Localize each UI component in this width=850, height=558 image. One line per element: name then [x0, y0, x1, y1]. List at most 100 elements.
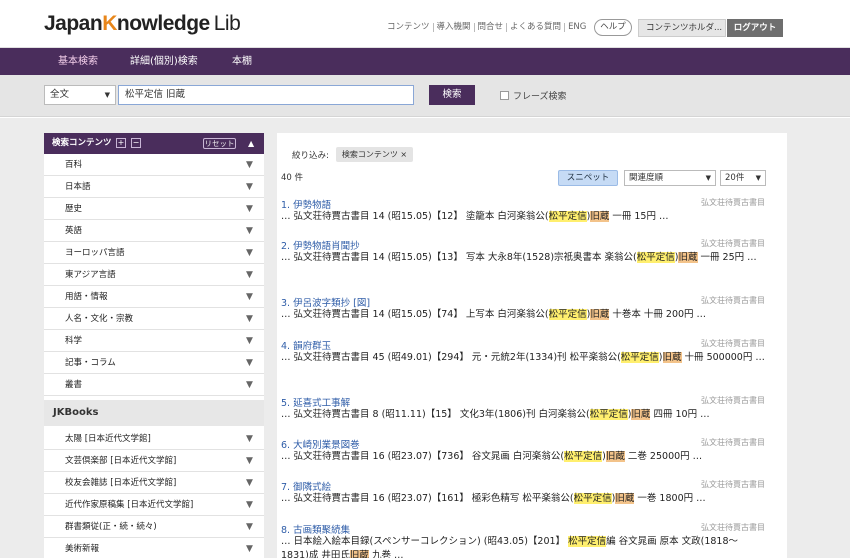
results-panel: 絞り込み: 検索コンテンツ × 40 件 スニペット 関連度順 ▼ 20件 ▼ 1.…: [277, 133, 787, 558]
chevron-down-icon[interactable]: ▼: [246, 176, 253, 198]
result-title[interactable]: 4. 韻府群玉: [281, 338, 331, 352]
chevron-down-icon[interactable]: ▼: [246, 494, 253, 516]
result-title[interactable]: 3. 伊呂波字類抄 [図]: [281, 295, 370, 309]
sidebar-title: 検索コンテンツ: [52, 138, 112, 148]
sidebar-item-label: 人名・文化・宗教: [65, 314, 134, 324]
link-english[interactable]: ENG: [565, 23, 589, 32]
chevron-down-icon[interactable]: ▼: [246, 242, 253, 264]
section-title: JKBooks: [53, 407, 99, 418]
snippet-text: … 弘文荘待賈古書目 14 (昭15.05)【12】 塗籠本 白河楽翁公(: [281, 211, 549, 222]
sidebar-item[interactable]: 太陽 [日本近代文学館] ▼: [44, 428, 264, 450]
search-input[interactable]: 松平定信 旧蔵: [118, 85, 414, 105]
chevron-down-icon: ▼: [755, 174, 761, 182]
sidebar-item[interactable]: 日本語 ▼: [44, 176, 264, 198]
sidebar-item-label: 英語: [65, 226, 83, 236]
highlight: 松平定信: [573, 493, 612, 504]
highlight: 松平定信: [564, 451, 603, 462]
sidebar-item[interactable]: 科学 ▼: [44, 330, 264, 352]
sidebar-item[interactable]: 英語 ▼: [44, 220, 264, 242]
chevron-down-icon[interactable]: ▼: [246, 264, 253, 286]
logo[interactable]: JapanKnowledge Lib: [44, 12, 241, 36]
highlight: 松平定信: [548, 211, 587, 222]
search-bar: 全文 ▼ 松平定信 旧蔵 検索 フレーズ検索: [0, 75, 850, 117]
header: JapanKnowledge Lib コンテンツ 導入機関 問合せ よくある質問 …: [0, 0, 850, 48]
chevron-down-icon[interactable]: ▼: [246, 308, 253, 330]
chevron-down-icon[interactable]: ▼: [246, 538, 253, 558]
sort-select[interactable]: 関連度順 ▼: [624, 170, 716, 186]
collapse-up-icon[interactable]: ▲: [248, 133, 254, 154]
sidebar-item[interactable]: 人名・文化・宗教 ▼: [44, 308, 264, 330]
result-title[interactable]: 5. 延喜式工事解: [281, 395, 350, 409]
logo-lib: Lib: [213, 12, 241, 35]
chevron-down-icon[interactable]: ▼: [246, 330, 253, 352]
scope-select[interactable]: 全文 ▼: [44, 85, 116, 105]
sidebar-item[interactable]: 用語・情報 ▼: [44, 286, 264, 308]
result-title[interactable]: 8. 古画類聚続集: [281, 522, 350, 536]
result-snippet: … 弘文荘待賈古書目 45 (昭49.01)【294】 元・元統2年(1334)…: [281, 351, 765, 365]
sidebar-item-label: ヨーロッパ言語: [65, 248, 125, 258]
chevron-down-icon[interactable]: ▼: [246, 198, 253, 220]
highlight: 旧蔵: [678, 252, 698, 263]
snippet-toggle-button[interactable]: スニペット: [558, 170, 618, 186]
tab-advanced-search[interactable]: 詳細(個別)検索: [130, 48, 198, 75]
chevron-down-icon[interactable]: ▼: [246, 220, 253, 242]
sidebar-item[interactable]: 美術新報 ▼: [44, 538, 264, 558]
sidebar-item[interactable]: ヨーロッパ言語 ▼: [44, 242, 264, 264]
result-source: 弘文荘待賈古書目: [701, 296, 765, 305]
highlight: 松平定信: [568, 536, 607, 547]
logo-accent: K: [102, 12, 117, 35]
highlight: 松平定信: [636, 252, 675, 263]
sidebar-item[interactable]: 東アジア言語 ▼: [44, 264, 264, 286]
chevron-down-icon[interactable]: ▼: [246, 286, 253, 308]
sort-value: 関連度順: [629, 173, 664, 183]
chevron-down-icon[interactable]: ▼: [246, 154, 253, 176]
snippet-text: … 日本絵入絵本目録(スペンサーコレクション) (昭43.05)【201】: [281, 536, 569, 547]
filter-chip[interactable]: 検索コンテンツ ×: [335, 147, 414, 162]
highlight: 松平定信: [548, 309, 587, 320]
chevron-down-icon[interactable]: ▼: [246, 472, 253, 494]
per-page-select[interactable]: 20件 ▼: [720, 170, 766, 186]
chevron-down-icon[interactable]: ▼: [246, 352, 253, 374]
phrase-search-option[interactable]: フレーズ検索: [500, 89, 567, 102]
sidebar-item[interactable]: 叢書 ▼: [44, 374, 264, 396]
link-faq[interactable]: よくある質問: [507, 23, 566, 32]
sidebar-item-label: 日本語: [65, 182, 91, 192]
snippet-text: … 弘文荘待賈古書目 8 (昭11.11)【15】 文化3年(1806)刊 白河…: [281, 409, 590, 420]
sidebar-item[interactable]: 群書類従(正・続・続々) ▼: [44, 516, 264, 538]
result-title[interactable]: 6. 大崎別業景図巻: [281, 437, 360, 451]
content-holder-button[interactable]: コンテンツホルダ...: [638, 19, 726, 37]
expand-all-button[interactable]: +: [116, 138, 126, 148]
sidebar-item[interactable]: 校友会雑誌 [日本近代文学館] ▼: [44, 472, 264, 494]
search-button[interactable]: 検索: [429, 85, 475, 105]
result-snippet: … 弘文荘待賈古書目 14 (昭15.05)【12】 塗籠本 白河楽翁公(松平定…: [281, 210, 765, 224]
tab-basic-search[interactable]: 基本検索: [58, 48, 98, 75]
sidebar-item[interactable]: 近代作家原稿集 [日本近代文学館] ▼: [44, 494, 264, 516]
result-snippet: … 弘文荘待賈古書目 14 (昭15.05)【13】 写本 大永8年(1528)…: [281, 251, 765, 265]
sidebar-item[interactable]: 歴史 ▼: [44, 198, 264, 220]
sidebar-item[interactable]: 百科 ▼: [44, 154, 264, 176]
sidebar-item-label: 近代作家原稿集 [日本近代文学館]: [65, 500, 194, 510]
result-title[interactable]: 2. 伊勢物語肖聞抄: [281, 238, 360, 252]
sidebar-item[interactable]: 文芸倶楽部 [日本近代文学館] ▼: [44, 450, 264, 472]
collapse-all-button[interactable]: −: [131, 138, 141, 148]
sidebar-item[interactable]: 記事・コラム ▼: [44, 352, 264, 374]
logout-button[interactable]: ログアウト: [727, 19, 783, 37]
snippet-text: 十巻本 十冊 200円 …: [609, 309, 707, 320]
link-contents[interactable]: コンテンツ: [384, 23, 434, 32]
tab-bookshelf[interactable]: 本棚: [232, 48, 252, 75]
reset-button[interactable]: リセット: [203, 138, 236, 149]
chevron-down-icon[interactable]: ▼: [246, 450, 253, 472]
chevron-down-icon[interactable]: ▼: [246, 374, 253, 396]
sidebar-item-label: 百科: [65, 160, 83, 170]
link-institutions[interactable]: 導入機関: [434, 23, 475, 32]
link-contact[interactable]: 問合せ: [475, 23, 508, 32]
result-title[interactable]: 7. 御隣式絵: [281, 479, 331, 493]
highlight: 旧蔵: [615, 493, 635, 504]
help-button[interactable]: ヘルプ: [594, 19, 632, 36]
snippet-text: … 弘文荘待賈古書目 14 (昭15.05)【74】 上写本 白河楽翁公(: [281, 309, 549, 320]
phrase-checkbox[interactable]: [500, 91, 509, 100]
chevron-down-icon[interactable]: ▼: [246, 428, 253, 450]
top-links: コンテンツ 導入機関 問合せ よくある質問 ENG: [384, 23, 589, 32]
chevron-down-icon[interactable]: ▼: [246, 516, 253, 538]
result-title[interactable]: 1. 伊勢物語: [281, 197, 331, 211]
